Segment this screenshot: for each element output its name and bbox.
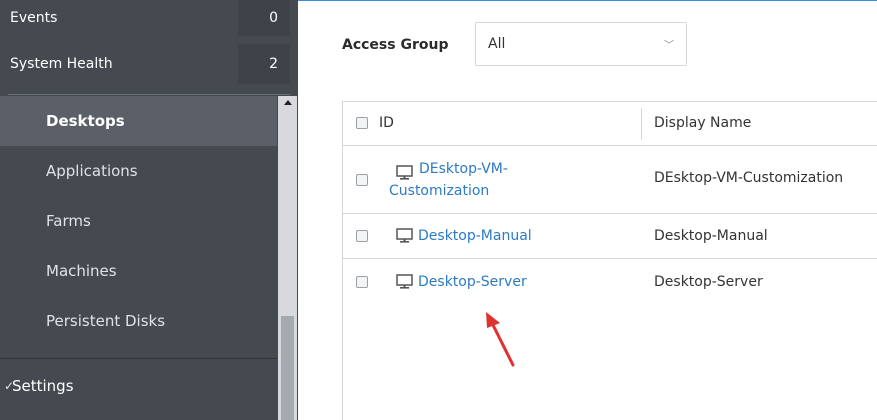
annotation-arrow-icon (486, 312, 515, 367)
desktop-icon (396, 273, 413, 289)
sidebar-item-label: Desktops (46, 112, 125, 130)
sidebar-item-settings[interactable]: ✓ Settings (0, 366, 277, 406)
sidebar-item-persistent-disks[interactable]: Persistent Disks (0, 296, 277, 346)
row-checkbox[interactable] (356, 173, 368, 186)
select-value: All (488, 36, 506, 52)
desktop-id-link[interactable]: DEsktop-VM-Customization (389, 158, 589, 202)
count-badge: 0 (238, 0, 290, 36)
access-group-select[interactable]: All ﹀ (475, 22, 687, 66)
app-window: Events 0 System Health 2 Desktops Applic… (0, 0, 877, 420)
table-header: ID Display Name (343, 102, 877, 146)
column-header-id[interactable]: ID (379, 115, 394, 131)
table-row[interactable]: Desktop-Server Desktop-Server (343, 259, 877, 304)
sidebar-scrollbar[interactable] (278, 96, 297, 420)
select-all-checkbox[interactable] (356, 117, 368, 129)
sidebar-divider (8, 94, 290, 95)
sidebar-item-label: Events (10, 10, 58, 26)
column-divider[interactable] (641, 108, 642, 140)
sidebar-item-label: Settings (12, 377, 74, 395)
sidebar-item-label: Farms (46, 212, 91, 230)
desktops-table: ID Display Name DEsktop-VM-Customization… (342, 101, 877, 420)
display-name-cell: DEsktop-VM-Customization (654, 170, 844, 186)
sidebar-item-system-health[interactable]: System Health 2 (0, 44, 290, 84)
desktop-id-link[interactable]: Desktop-Manual (418, 228, 532, 244)
chevron-down-icon: ﹀ (664, 40, 674, 52)
sidebar-item-applications[interactable]: Applications (0, 146, 277, 196)
display-name-cell: Desktop-Manual (654, 228, 768, 244)
count-badge: 2 (238, 44, 290, 84)
sidebar-item-label: Persistent Disks (46, 312, 166, 330)
row-checkbox[interactable] (356, 230, 368, 242)
desktop-icon (396, 228, 413, 243)
desktop-id-link[interactable]: Desktop-Server (418, 274, 527, 290)
sidebar-item-label: Applications (46, 162, 138, 180)
display-name-cell: Desktop-Server (654, 273, 763, 290)
sidebar-item-label: Machines (46, 262, 117, 280)
sidebar-item-events[interactable]: Events 0 (0, 0, 290, 36)
access-group-label: Access Group (342, 37, 449, 53)
row-checkbox[interactable] (356, 275, 368, 288)
sidebar-item-machines[interactable]: Machines (0, 246, 277, 296)
sidebar-divider (0, 358, 277, 359)
sidebar-item-farms[interactable]: Farms (0, 196, 277, 246)
scroll-up-arrow-icon[interactable] (278, 96, 297, 110)
column-header-display-name[interactable]: Display Name (654, 115, 751, 131)
main-content: Access Group All ﹀ ID Display Name DEskt… (298, 0, 877, 420)
sidebar-item-label: System Health (10, 56, 113, 72)
sidebar: Events 0 System Health 2 Desktops Applic… (0, 0, 298, 420)
sidebar-item-desktops[interactable]: Desktops (0, 96, 277, 146)
scrollbar-thumb[interactable] (281, 316, 294, 420)
table-row[interactable]: Desktop-Manual Desktop-Manual (343, 214, 877, 259)
table-row[interactable]: DEsktop-VM-Customization DEsktop-VM-Cust… (343, 146, 877, 214)
